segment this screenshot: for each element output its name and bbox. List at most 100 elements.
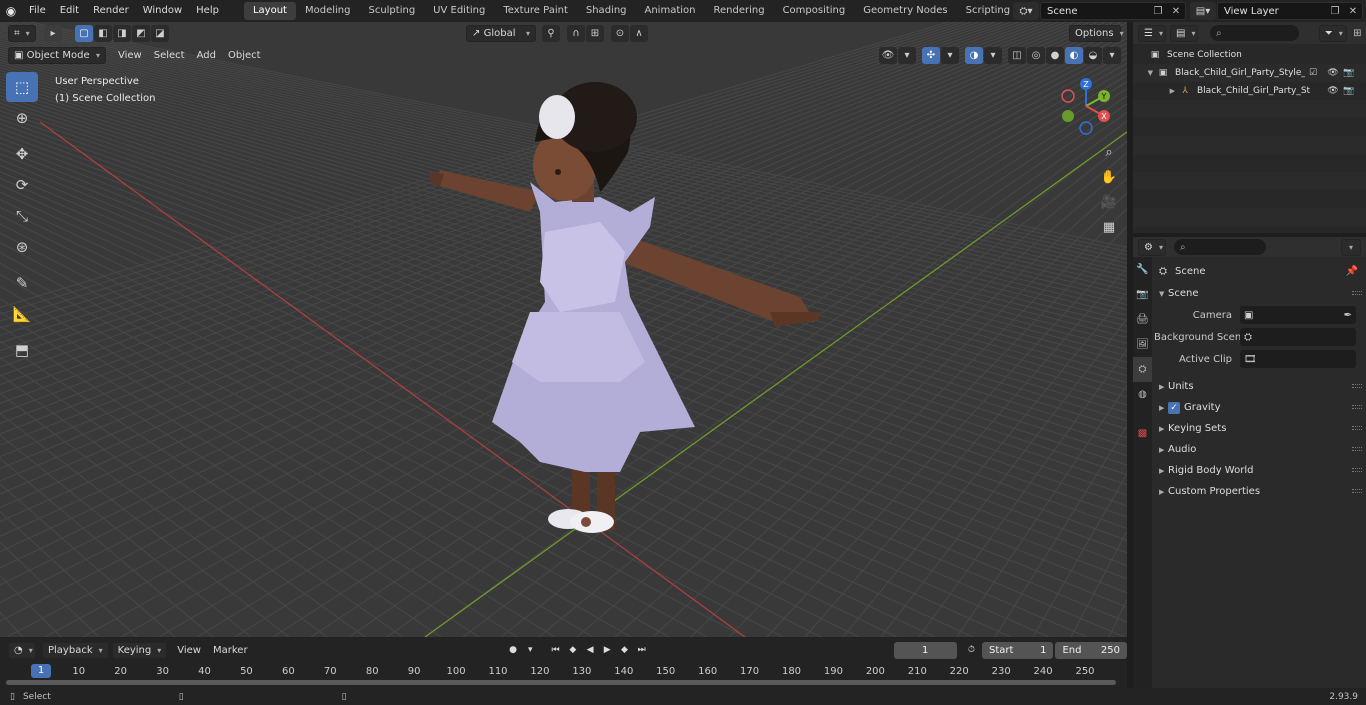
panel-grip-icon[interactable] [1352,447,1362,451]
snap-icon[interactable]: ∩ [567,24,585,42]
tab-modeling[interactable]: Modeling [296,2,360,20]
jump-end-icon[interactable]: ⏭ [633,642,650,659]
world-properties-icon[interactable]: ◍ [1133,382,1152,407]
proportional-edit-icon[interactable]: ⊙ [611,24,629,42]
tab-shading[interactable]: Shading [577,2,636,20]
solid-shading-icon[interactable]: ● [1046,46,1064,64]
playback-dropdown[interactable]: Playback ▾ [42,641,109,659]
active-clip-field[interactable]: 🎞 [1240,350,1356,368]
prev-keyframe-icon[interactable]: ◆ [564,642,581,659]
play-reverse-icon[interactable]: ◀ [581,642,598,659]
scale-icon[interactable]: ⤡ [6,201,38,231]
measure-icon[interactable]: 📐 [6,299,38,329]
select-intersect-icon[interactable]: ◪ [151,24,169,42]
select-subtract-icon[interactable]: ◨ [113,24,131,42]
keying-sets-panel-header[interactable]: ▶ Keying Sets [1154,418,1366,439]
play-icon[interactable]: ▶ [599,642,616,659]
keying-dropdown[interactable]: Keying ▾ [111,641,168,659]
tab-scripting[interactable]: Scripting [957,2,1019,20]
tab-compositing[interactable]: Compositing [774,2,855,20]
tab-geometry-nodes[interactable]: Geometry Nodes [854,2,956,20]
display-mode-dropdown[interactable]: ▤ ▾ [1170,24,1198,42]
gizmo-toggle-icon[interactable]: ✣ [922,46,940,64]
select-extend-icon[interactable]: ◧ [94,24,112,42]
collection-camera-icon[interactable]: 📷 [1341,68,1357,78]
scene-properties-icon[interactable]: ⛭ [1133,357,1152,382]
outliner-editor-type-dropdown[interactable]: ☰ ▾ [1138,24,1166,42]
menu-window[interactable]: Window [136,0,189,22]
overlay-toggle-icon[interactable]: ◑ [965,46,983,64]
panel-grip-icon[interactable] [1352,291,1362,295]
snap-target-icon[interactable]: ⊞ [586,24,604,42]
record-chevron-icon[interactable]: ▾ [522,642,539,659]
rendered-shading-icon[interactable]: ◒ [1084,46,1102,64]
start-frame-field[interactable]: Start 1 [982,641,1054,659]
overlay-chevron-icon[interactable]: ▾ [984,46,1002,64]
cursor-icon[interactable]: ⊕ [6,103,38,133]
navigation-gizmo[interactable]: Z Y X [1056,76,1116,136]
custom-properties-panel-header[interactable]: ▶ Custom Properties [1154,481,1366,502]
falloff-icon[interactable]: ∧ [630,24,648,42]
3d-viewport[interactable]: ⌗ ▾ ▸ ▢ ◧ ◨ ◩ ◪ ↗ Global ▾ ⚲ ∩ ⊞ ⊙ ∧ Optio… [0,22,1127,637]
menu-select[interactable]: Select [148,50,191,61]
timeline-menu-view[interactable]: View [171,645,207,656]
menu-render[interactable]: Render [86,0,136,22]
jump-start-icon[interactable]: ⏮ [547,642,564,659]
scene-panel-header[interactable]: ▼ Scene [1154,283,1366,304]
menu-object[interactable]: Object [222,50,267,61]
select-invert-icon[interactable]: ◩ [132,24,150,42]
menu-add[interactable]: Add [191,50,222,61]
outliner-row-object[interactable]: ▶ ⅄ Black_Child_Girl_Party_St 👁 📷 [1133,82,1366,100]
transform-icon[interactable]: ⊛ [6,232,38,262]
tool-properties-icon[interactable]: 🔧 [1133,257,1152,282]
timeline-editor-type-dropdown[interactable]: ◔ ▾ [8,641,36,659]
object-eye-icon[interactable]: 👁 [1325,86,1341,96]
frame-ruler[interactable]: 1 10 20 30 40 50 60 70 80 90 100 110 120 130 140 150 160… [0,662,1127,680]
blender-logo-icon[interactable]: ◉ [0,0,22,22]
add-cube-icon[interactable]: ⬒ [6,335,38,365]
visibility-icon[interactable]: 👁 [879,46,897,64]
expand-collection-icon[interactable]: ▼ [1133,69,1153,77]
collection-checkbox-icon[interactable]: ☑ [1305,68,1321,78]
ortho-grid-icon[interactable]: ▦ [1098,216,1120,238]
units-panel-header[interactable]: ▶ Units [1154,376,1366,397]
panel-grip-icon[interactable] [1352,489,1362,493]
transform-orientation-dropdown[interactable]: ↗ Global ▾ [466,24,536,42]
select-box-icon[interactable]: ⬚ [6,72,38,102]
menu-help[interactable]: Help [189,0,226,22]
tab-texture-paint[interactable]: Texture Paint [494,2,577,20]
material-shading-icon[interactable]: ◐ [1065,46,1083,64]
shading-chevron-icon[interactable]: ▾ [1103,46,1121,64]
move-icon[interactable]: ✥ [6,139,38,169]
object-camera-icon[interactable]: 📷 [1341,86,1357,96]
properties-editor-type-dropdown[interactable]: ⚙ ▾ [1138,238,1166,256]
tab-uv-editing[interactable]: UV Editing [424,2,494,20]
tweak-tool-icon[interactable]: ▸ [44,24,62,42]
tab-rendering[interactable]: Rendering [704,2,773,20]
view-layer-field[interactable]: View Layer ❐ ✕ [1217,2,1363,20]
pin-icon[interactable]: 📌 [1346,266,1358,277]
options-dropdown[interactable]: Options ▾ [1069,24,1124,42]
close-scene-icon[interactable]: ✕ [1167,2,1185,20]
rigid-body-world-panel-header[interactable]: ▶ Rigid Body World [1154,460,1366,481]
menu-view[interactable]: View [112,50,148,61]
current-frame-indicator[interactable]: 1 [31,664,51,678]
timeline-scrollbar[interactable] [6,680,1116,685]
end-frame-field[interactable]: End 250 [1055,641,1127,659]
camera-field[interactable]: ▣ ✒ [1240,306,1356,324]
tab-sculpting[interactable]: Sculpting [359,2,424,20]
xray-icon[interactable]: ◫ [1008,46,1026,64]
texture-properties-icon[interactable]: ▩ [1133,421,1152,446]
preview-range-icon[interactable]: ⏱ [963,642,980,659]
outliner-search-input[interactable]: ⌕ [1210,25,1299,41]
background-scene-field[interactable]: ⛭ [1240,328,1356,346]
zoom-icon[interactable]: ⌕ [1098,141,1120,163]
render-properties-icon[interactable]: 📷 [1133,282,1152,307]
audio-panel-header[interactable]: ▶ Audio [1154,439,1366,460]
outliner-row-collection[interactable]: ▼ ▣ Black_Child_Girl_Party_Style_ ☑ 👁 📷 [1133,64,1366,82]
properties-search-input[interactable]: ⌕ [1174,239,1266,255]
properties-options-dropdown[interactable]: ▾ [1341,238,1361,256]
close-view-layer-icon[interactable]: ✕ [1344,2,1362,20]
view-layer-selector-icon[interactable]: ▤▾ [1190,2,1216,20]
panel-grip-icon[interactable] [1352,405,1362,409]
